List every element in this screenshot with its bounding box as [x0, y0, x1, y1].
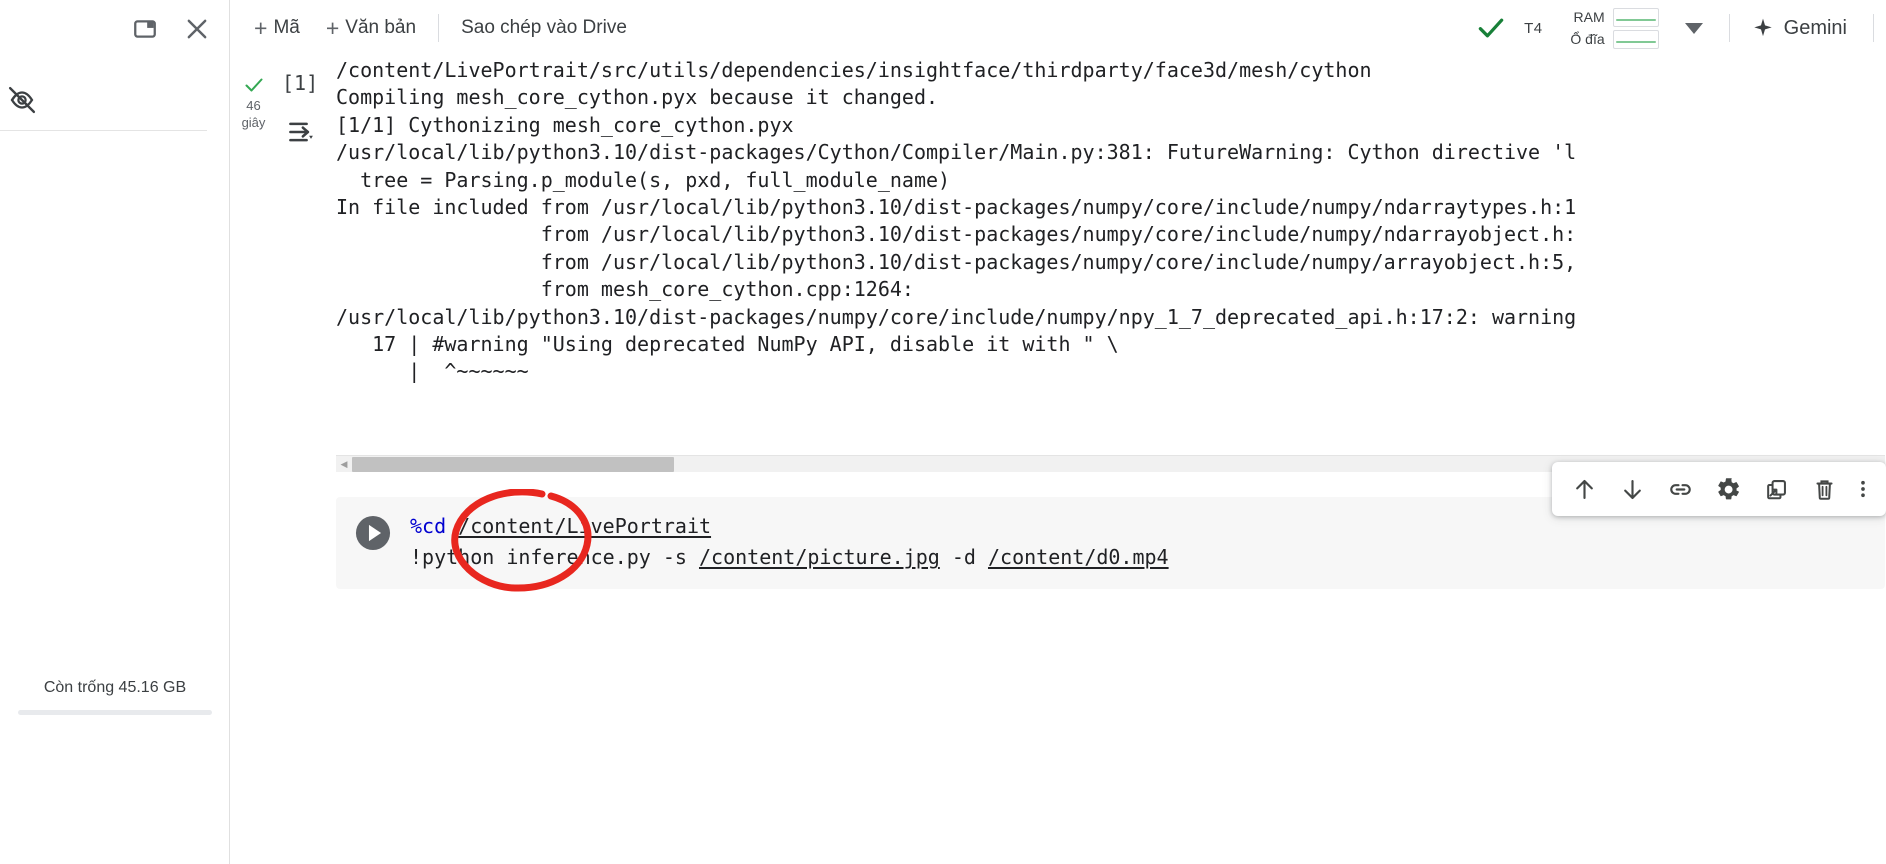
runtime-type-label: T4: [1524, 19, 1543, 37]
disk-label: Ổ đĩa: [1570, 31, 1605, 47]
trash-icon[interactable]: [1802, 467, 1846, 511]
resource-monitor[interactable]: RAM Ổ đĩa: [1557, 7, 1659, 49]
magic-token: %cd: [410, 514, 447, 538]
toolbar-separator: [438, 14, 440, 42]
more-vertical-icon[interactable]: [1850, 467, 1876, 511]
output-text-container: /content/LivePortrait/src/utils/dependen…: [336, 57, 1886, 386]
eye-off-icon[interactable]: [2, 80, 42, 120]
check-icon: [242, 73, 266, 97]
elapsed-unit: giây: [241, 114, 266, 130]
link-icon[interactable]: [1658, 467, 1702, 511]
scrollbar-thumb[interactable]: [352, 456, 674, 472]
close-icon[interactable]: [180, 12, 214, 46]
colab-window: Còn trống 45.16 GB + Mã + Văn bản Sao ch…: [0, 0, 1886, 864]
check-icon: [1474, 11, 1508, 45]
add-text-cell-label: Văn bản: [345, 17, 417, 38]
play-icon[interactable]: [351, 511, 395, 555]
disk-sparkline: [1612, 29, 1659, 49]
sparkle-icon: [1752, 17, 1774, 39]
source-path-token: /content/picture.jpg: [698, 545, 940, 569]
output-text: /content/LivePortrait/src/utils/dependen…: [336, 58, 1577, 384]
cell-action-toolbar: [1552, 462, 1886, 516]
left-sidebar: Còn trống 45.16 GB: [0, 0, 230, 864]
gemini-label: Gemini: [1783, 16, 1847, 39]
dest-path-token: /content/d0.mp4: [987, 545, 1169, 569]
toolbar-separator: [1728, 14, 1730, 42]
storage-free-label: Còn trống 45.16 GB: [43, 679, 187, 696]
ram-label: RAM: [1573, 9, 1605, 25]
caret-down-icon[interactable]: [1684, 22, 1703, 34]
storage-progress-bar: [18, 710, 212, 715]
scroll-left-arrow-icon[interactable]: ◀: [336, 456, 352, 473]
run-button-area: [336, 497, 410, 555]
ram-resource-row: RAM: [1557, 7, 1659, 27]
sidebar-header: [0, 0, 230, 57]
add-code-cell-label: Mã: [273, 17, 300, 38]
panel-layout-icon[interactable]: [128, 12, 162, 46]
code-line-2: !python inference.py -s /content/picture…: [410, 542, 1885, 573]
path-token: /content/LivePortrait: [458, 514, 712, 538]
cell-run-status[interactable]: 46 giây: [231, 65, 276, 131]
copy-to-drive-button[interactable]: Sao chép vào Drive: [451, 11, 637, 45]
open-in-new-icon[interactable]: [1754, 467, 1798, 511]
ram-sparkline: [1612, 7, 1659, 27]
cell-gutter: 46 giây [1]: [231, 65, 336, 131]
disk-resource-row: Ổ đĩa: [1557, 29, 1659, 49]
arrow-down-icon[interactable]: [1610, 467, 1654, 511]
sidebar-divider: [0, 130, 207, 131]
add-code-cell-button[interactable]: + Mã: [244, 11, 310, 46]
gear-icon[interactable]: [1706, 467, 1750, 511]
plus-icon: +: [254, 14, 268, 41]
output-stream-icon[interactable]: [286, 117, 316, 152]
toolbar-separator: [1873, 14, 1874, 42]
arrow-up-icon[interactable]: [1562, 467, 1606, 511]
add-text-cell-button[interactable]: + Văn bản: [316, 11, 426, 46]
copy-to-drive-label: Sao chép vào Drive: [461, 17, 627, 38]
command-prefix: !python inference.py -s: [410, 545, 699, 569]
execution-count: [1]: [282, 71, 319, 95]
notebook-toolbar: + Mã + Văn bản Sao chép vào Drive T4 RAM…: [230, 0, 1886, 57]
notebook-scroll-area[interactable]: 46 giây [1] /content/LivePortrait/src/ut…: [231, 57, 1886, 864]
elapsed-value: 46: [246, 98, 261, 113]
flag-d: -d: [939, 545, 988, 569]
gemini-button[interactable]: Gemini: [1742, 11, 1857, 46]
plus-icon: +: [325, 14, 340, 41]
